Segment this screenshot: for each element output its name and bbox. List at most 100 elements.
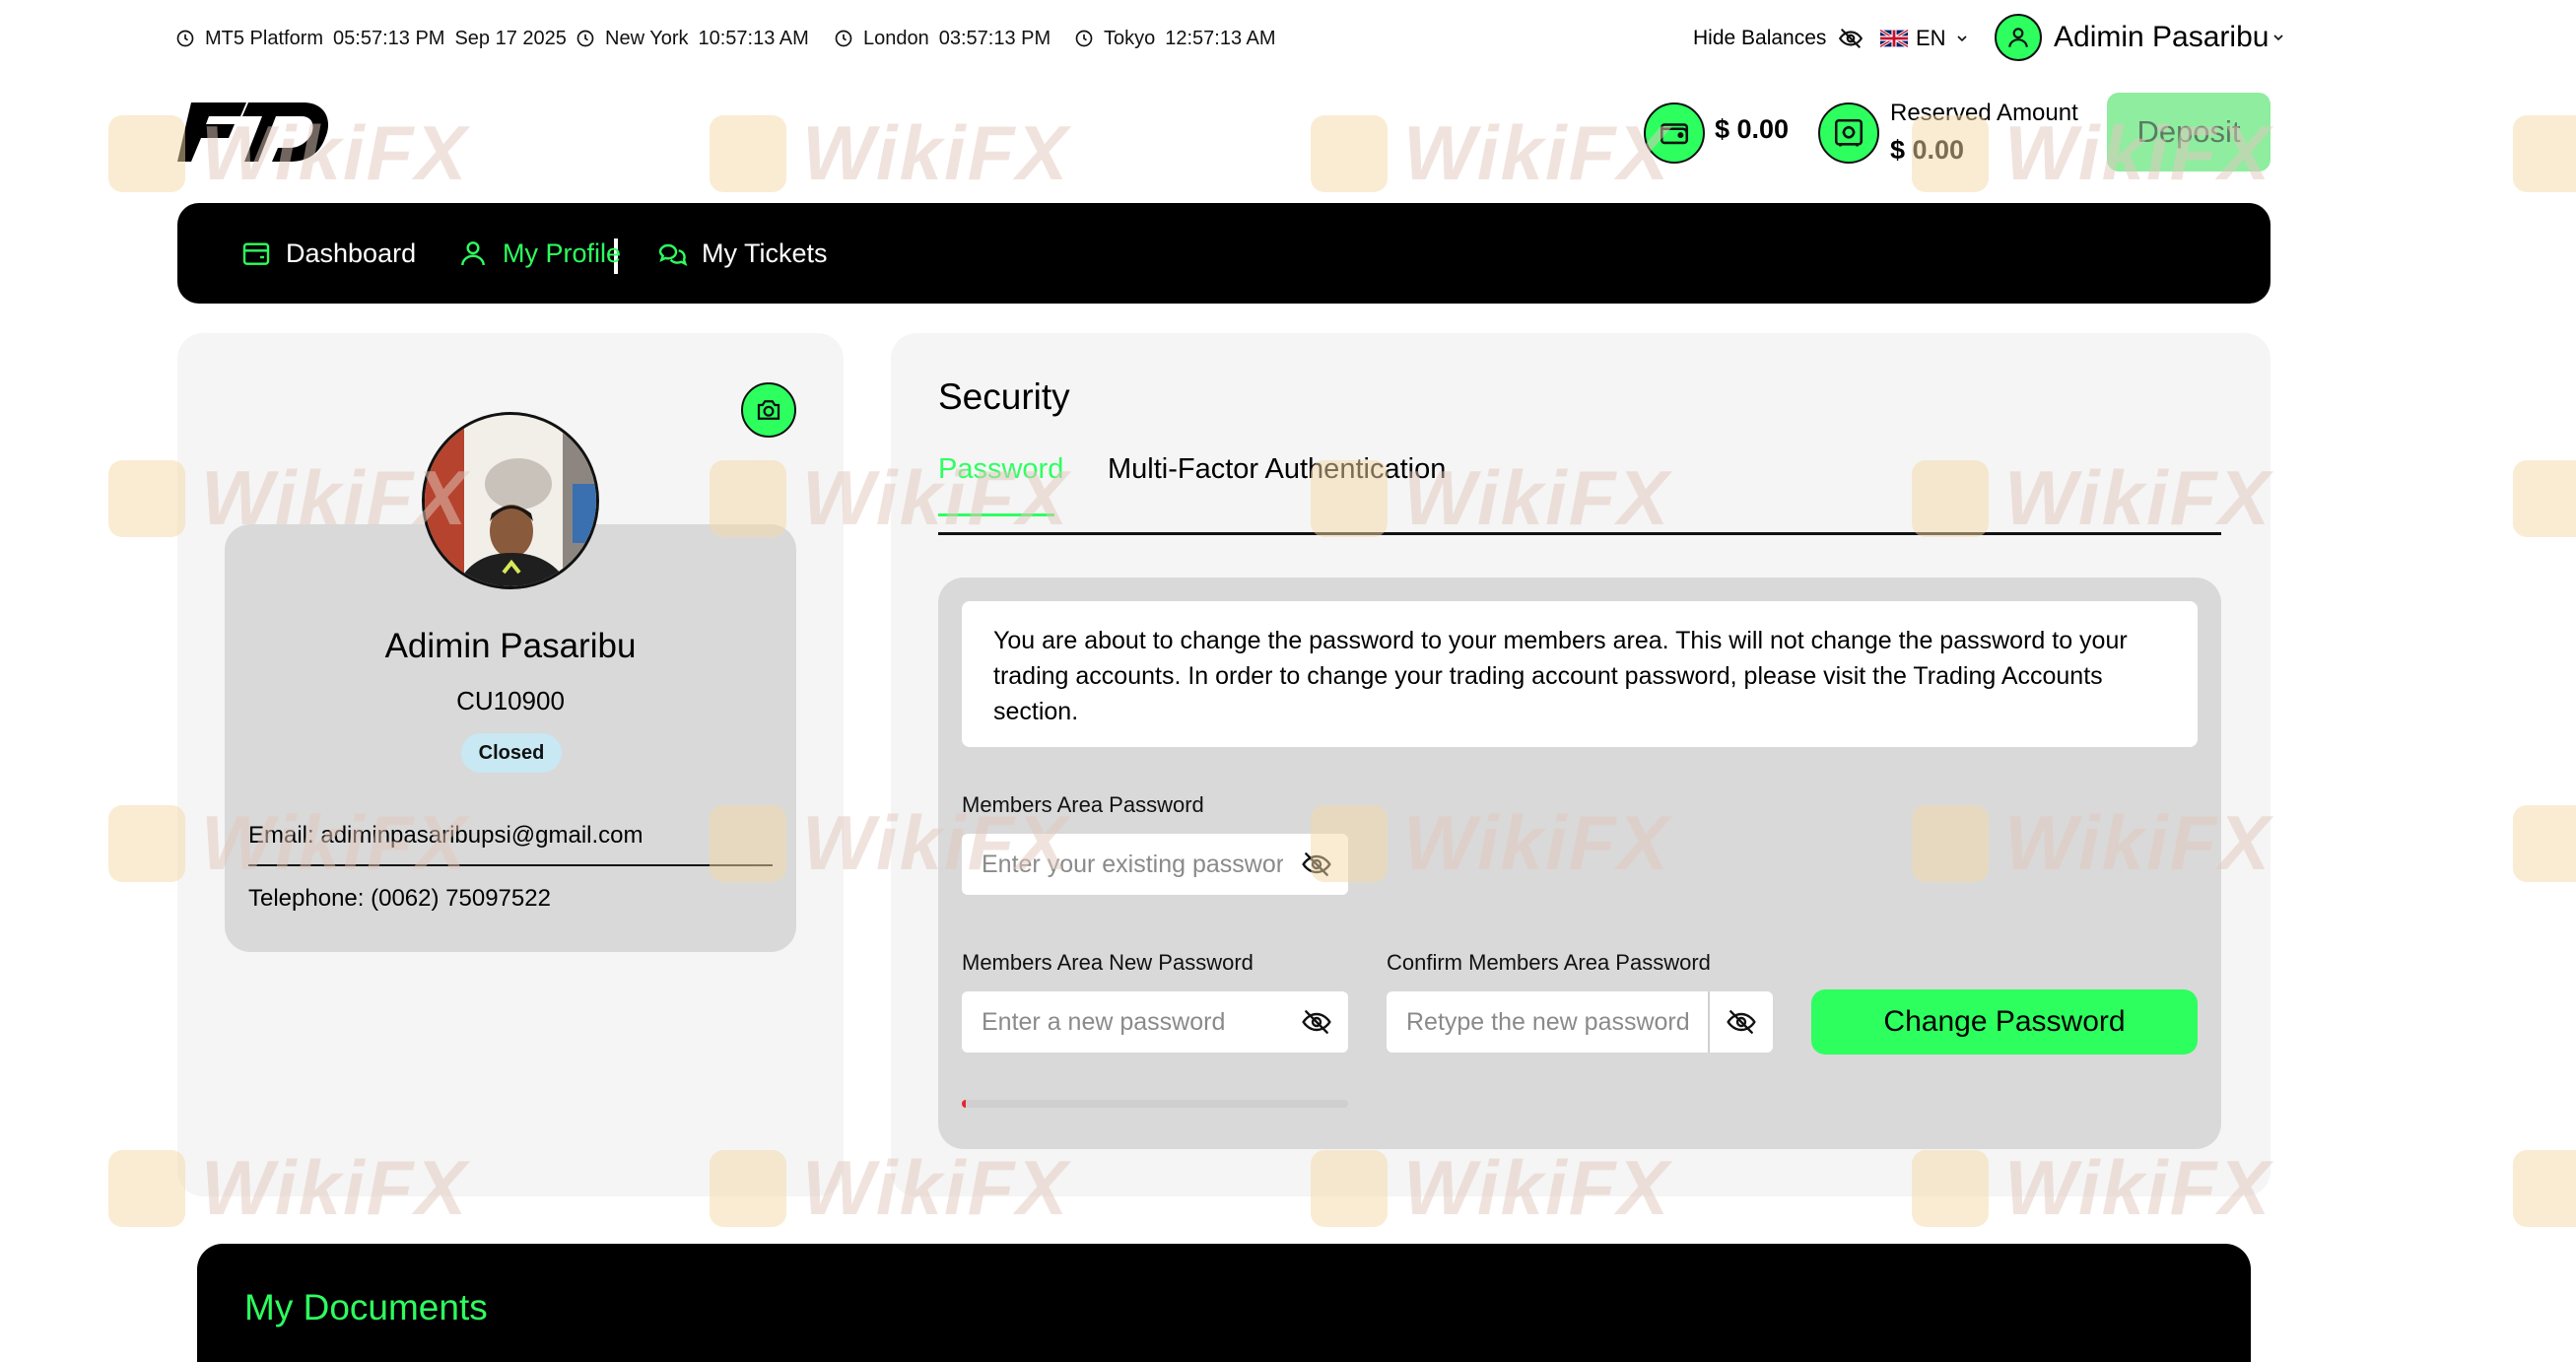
nav-label: My Profile	[503, 238, 622, 268]
user-name: Adimin Pasaribu	[2054, 21, 2270, 53]
camera-icon	[757, 400, 780, 420]
clock-icon	[835, 30, 852, 47]
nav-label: Dashboard	[286, 238, 417, 268]
eye-off-icon	[1302, 852, 1331, 876]
wallet-icon-badge	[1644, 102, 1705, 164]
toggle-visibility-button[interactable]	[1285, 834, 1348, 895]
watermark-logo-icon	[1311, 114, 1388, 192]
nav-item-dashboard[interactable]: Dashboard	[240, 203, 416, 304]
ftd-logo[interactable]	[177, 99, 330, 166]
clock-icon	[1075, 30, 1093, 47]
tabs-divider	[938, 532, 2221, 535]
password-notice: You are about to change the password to …	[962, 601, 2198, 747]
wallet-icon	[242, 242, 270, 265]
language-code: EN	[1916, 26, 1946, 50]
new-password-input[interactable]	[962, 991, 1285, 1053]
clock-time: 10:57:13 AM	[698, 27, 809, 49]
current-password-field	[962, 834, 1348, 895]
watermark-logo-icon	[710, 114, 786, 192]
profile-email: Email: adiminpasaribupsi@gmail.com	[248, 822, 644, 849]
nav-label: My Tickets	[702, 238, 828, 268]
clock-label: Tokyo	[1104, 27, 1156, 49]
language-selector[interactable]: EN	[1880, 24, 1970, 53]
clock-new-york: New York 10:57:13 AM	[576, 24, 809, 53]
watermark-logo-icon	[2513, 459, 2576, 537]
eye-off-icon	[1727, 1010, 1756, 1034]
current-password-label: Members Area Password	[962, 792, 1204, 817]
watermark-logo-icon	[108, 804, 185, 882]
clock-label: MT5 Platform	[205, 27, 324, 49]
wallet-balance: $ 0.00	[1715, 114, 1790, 144]
profile-photo-image	[425, 415, 596, 586]
clock-time: 05:57:13 PM	[333, 27, 445, 49]
watermark-text: WikiFX	[802, 109, 1070, 196]
security-title: Security	[938, 376, 1070, 417]
confirm-password-field	[1387, 991, 1773, 1053]
toggle-visibility-button[interactable]	[1285, 991, 1348, 1053]
eye-off-icon	[1839, 29, 1864, 48]
new-password-field	[962, 991, 1348, 1053]
tab-password[interactable]: Password	[938, 453, 1063, 486]
profile-photo	[422, 412, 599, 589]
watermark-logo-icon	[2513, 804, 2576, 882]
documents-title: My Documents	[244, 1287, 488, 1328]
chevron-down-icon	[2273, 34, 2284, 41]
safe-icon	[1834, 118, 1864, 147]
clock-icon	[576, 30, 594, 47]
nav-item-my-profile[interactable]: My Profile	[457, 203, 621, 304]
clock-label: New York	[605, 27, 689, 49]
password-strength-fill	[962, 1100, 966, 1108]
profile-divider	[248, 864, 773, 866]
watermark: WikiFX	[2513, 453, 2576, 543]
user-icon	[2008, 28, 2028, 47]
watermark-text: WikiFX	[1403, 109, 1671, 196]
password-strength-meter	[962, 1100, 1348, 1108]
watermark-logo-icon	[2513, 114, 2576, 192]
wallet-icon	[1660, 123, 1689, 145]
clock-date: Sep 17 2025	[454, 27, 567, 49]
client-id: CU10900	[456, 686, 565, 715]
chevron-down-icon	[1956, 35, 1967, 42]
confirm-password-label: Confirm Members Area Password	[1387, 950, 1711, 975]
confirm-password-input[interactable]	[1387, 991, 1708, 1053]
status-badge: Closed	[461, 733, 562, 773]
clock-mt5: MT5 Platform 05:57:13 PM Sep 17 2025	[175, 24, 567, 53]
change-password-button[interactable]: Change Password	[1811, 989, 2198, 1055]
clock-london: London 03:57:13 PM	[834, 24, 1051, 53]
reserved-amount-label: Reserved Amount	[1890, 100, 2078, 126]
watermark: WikiFX	[2513, 108, 2576, 198]
current-password-input[interactable]	[962, 834, 1285, 895]
watermark: WikiFX	[1311, 108, 1670, 198]
uk-flag-icon	[1880, 30, 1908, 47]
profile-name: Adimin Pasaribu	[384, 627, 637, 665]
clock-time: 03:57:13 PM	[938, 27, 1051, 49]
watermark-logo-icon	[108, 459, 185, 537]
user-menu[interactable]: Adimin Pasaribu	[1995, 12, 2286, 63]
documents-section	[197, 1244, 2251, 1362]
nav-item-my-tickets[interactable]: My Tickets	[656, 203, 828, 304]
watermark: WikiFX	[2513, 1143, 2576, 1233]
eye-off-icon	[1302, 1010, 1331, 1034]
watermark-logo-icon	[108, 114, 185, 192]
profile-telephone: Telephone: (0062) 75097522	[248, 885, 551, 912]
safe-icon-badge	[1818, 102, 1879, 164]
user-icon	[461, 241, 485, 266]
main-nav: Dashboard My Profile My Tickets	[177, 203, 2271, 304]
hide-balances-toggle[interactable]: Hide Balances	[1693, 24, 1864, 53]
tab-multi-factor-authentication[interactable]: Multi-Factor Authentication	[1108, 453, 1446, 486]
watermark-logo-icon	[108, 1149, 185, 1227]
hide-balances-label: Hide Balances	[1693, 27, 1827, 49]
watermark: WikiFX	[710, 108, 1069, 198]
reserved-amount-value: $ 0.00	[1890, 135, 1965, 165]
change-photo-button[interactable]	[741, 382, 796, 438]
deposit-button[interactable]: Deposit	[2107, 93, 2271, 171]
avatar	[1995, 14, 2042, 61]
new-password-label: Members Area New Password	[962, 950, 1254, 975]
watermark: WikiFX	[2513, 798, 2576, 888]
clock-tokyo: Tokyo 12:57:13 AM	[1074, 24, 1276, 53]
chat-bubbles-icon	[658, 243, 688, 267]
toggle-visibility-button[interactable]	[1708, 991, 1773, 1053]
clock-icon	[176, 30, 194, 47]
active-tab-underline	[938, 513, 1054, 516]
clock-label: London	[863, 27, 929, 49]
